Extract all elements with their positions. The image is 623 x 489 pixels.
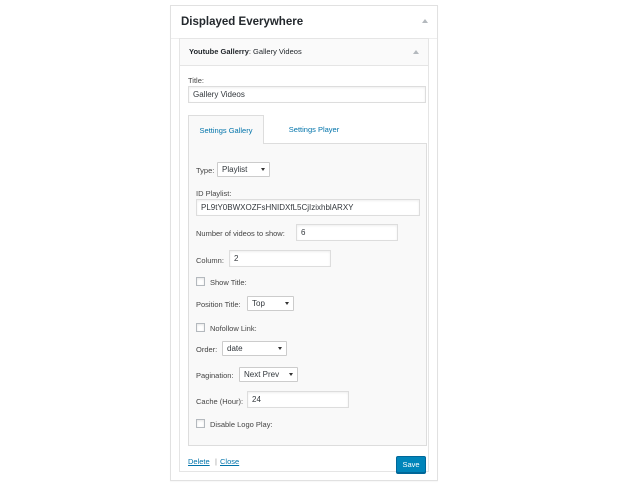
num-videos-input[interactable] <box>296 224 398 241</box>
show-title-label: Show Title: <box>210 278 247 287</box>
disable-logo-play-checkbox[interactable] <box>196 419 205 428</box>
save-button[interactable]: Save <box>396 456 426 473</box>
sidebar-header[interactable]: Displayed Everywhere <box>171 6 437 39</box>
tab-settings-player[interactable]: Settings Player <box>274 115 354 144</box>
id-playlist-input[interactable] <box>196 199 420 216</box>
chevron-down-icon <box>289 373 293 376</box>
order-label: Order: <box>196 345 218 354</box>
youtube-gallery-widget: Youtube Gallerry: Gallery Videos Title: … <box>179 38 429 473</box>
title-input[interactable] <box>188 86 426 103</box>
settings-tabs: Settings Gallery Settings Player Type: P… <box>188 115 427 446</box>
nofollow-link-label: Nofollow Link: <box>210 324 257 333</box>
widget-title: Youtube Gallerry: Gallery Videos <box>189 47 302 56</box>
chevron-down-icon <box>285 302 289 305</box>
cache-label: Cache (Hour): <box>196 397 244 406</box>
widget-title-name: Youtube Gallerry <box>189 47 249 56</box>
sidebar-widget-area: Displayed Everywhere Youtube Gallerry: G… <box>170 5 438 481</box>
type-select[interactable]: Playlist <box>217 162 270 177</box>
id-playlist-label: ID Playlist: <box>196 189 232 198</box>
column-label: Column: <box>196 256 224 265</box>
cache-input[interactable] <box>247 391 349 408</box>
close-link[interactable]: Close <box>220 457 239 466</box>
pagination-label: Pagination: <box>196 371 234 380</box>
disable-logo-play-label: Disable Logo Play: <box>210 420 273 429</box>
widget-header[interactable]: Youtube Gallerry: Gallery Videos <box>180 39 428 66</box>
nofollow-link-checkbox[interactable] <box>196 323 205 332</box>
action-separator: | <box>215 457 217 466</box>
settings-gallery-panel: Type: Playlist ID Playlist: Number of vi… <box>188 143 427 446</box>
widget-collapse-arrow-icon[interactable] <box>413 50 419 54</box>
chevron-down-icon <box>278 347 282 350</box>
pagination-select-value: Next Prev <box>244 370 280 379</box>
chevron-down-icon <box>261 168 265 171</box>
position-title-label: Position Title: <box>196 300 241 309</box>
position-title-select-value: Top <box>252 299 265 308</box>
type-select-value: Playlist <box>222 165 248 174</box>
order-select[interactable]: date <box>222 341 287 356</box>
column-input[interactable] <box>229 250 331 267</box>
delete-link[interactable]: Delete <box>188 457 210 466</box>
sidebar-title: Displayed Everywhere <box>181 16 304 28</box>
num-videos-label: Number of videos to show: <box>196 229 285 238</box>
sidebar-collapse-arrow-icon[interactable] <box>422 19 428 23</box>
order-select-value: date <box>227 344 243 353</box>
type-label: Type: <box>196 166 215 175</box>
pagination-select[interactable]: Next Prev <box>239 367 298 382</box>
position-title-select[interactable]: Top <box>247 296 294 311</box>
widget-title-instance: : Gallery Videos <box>248 47 302 56</box>
tab-settings-gallery[interactable]: Settings Gallery <box>188 115 264 144</box>
show-title-checkbox[interactable] <box>196 277 205 286</box>
title-label: Title: <box>188 76 204 85</box>
